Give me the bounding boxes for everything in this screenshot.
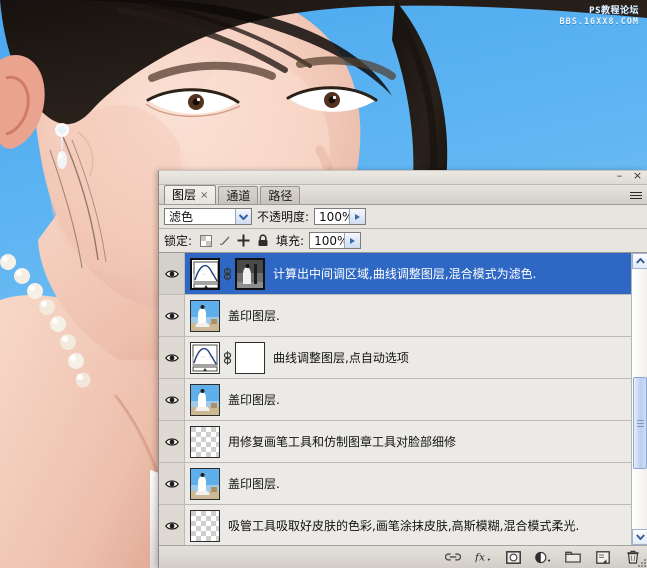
layer-name[interactable]: 盖印图层. [220,391,280,408]
new-group-folder-icon[interactable] [565,549,581,565]
new-layer-icon[interactable] [595,549,611,565]
tab-channels[interactable]: 通道 [218,186,259,204]
svg-text:fx: fx [475,551,485,564]
window-buttons: – × [614,170,643,182]
lock-all-icon[interactable] [256,234,269,247]
layer-thumbnail-photo[interactable] [190,299,220,332]
watermark-line-2: BBS.16XX8.COM [559,17,639,27]
tab-bar-filler [302,203,647,204]
triangle-right-icon[interactable] [349,209,366,224]
layer-thumbnail-photo[interactable] [190,383,220,416]
layer-mask-link-icon[interactable] [223,265,232,283]
layer-thumbnails [185,341,265,374]
panel-menu-icon[interactable] [628,188,644,202]
resize-grip-icon[interactable] [637,558,646,567]
fill-input[interactable]: 100% [309,232,362,249]
lock-fill-row: 锁定: 填充: 100% [159,229,647,253]
opacity-value: 100% [319,209,354,224]
layer-row[interactable]: 曲线调整图层,点自动选项 [159,337,631,379]
lock-image-icon[interactable] [218,234,231,247]
layer-thumbnails [185,467,220,500]
close-icon[interactable]: × [632,170,643,182]
opacity-label: 不透明度: [257,210,310,224]
scrollbar-thumb[interactable] [633,377,647,469]
layer-thumbnails [185,425,220,458]
watermark-line-1: PS教程论坛 [589,6,639,16]
layer-thumbnails [185,383,220,416]
tab-layers[interactable]: 图层 × [164,185,217,204]
layer-style-fx-icon[interactable]: fx [475,549,491,565]
layer-mask-thumbnail[interactable] [235,341,265,374]
blend-opacity-row: 滤色 不透明度: 100% [159,205,647,229]
layer-row[interactable]: 盖印图层. [159,463,631,505]
lock-buttons [199,234,269,247]
layer-thumbnails [185,509,220,542]
chevron-down-icon[interactable] [235,209,251,224]
watermark: PS教程论坛 BBS.16XX8.COM [559,6,639,28]
layer-row[interactable]: 用修复画笔工具和仿制图章工具对脸部细修 [159,421,631,463]
scrollbar-grip-icon [636,419,644,428]
layer-visibility-eye-icon[interactable] [159,421,185,462]
layer-thumbnail-photo[interactable] [190,467,220,500]
fill-value: 100% [314,233,349,248]
layer-visibility-eye-icon[interactable] [159,253,185,294]
layer-mask-link-icon[interactable] [223,349,232,367]
layer-row[interactable]: 计算出中间调区域,曲线调整图层,混合模式为滤色. [159,253,631,295]
layer-row[interactable]: 盖印图层. [159,379,631,421]
triangle-right-icon[interactable] [344,233,361,248]
layer-mask-thumbnail[interactable] [235,257,265,290]
layer-name[interactable]: 盖印图层. [220,307,280,324]
layer-thumbnail-transparent[interactable] [190,425,220,458]
scrollbar-track[interactable] [632,269,647,529]
lock-transparency-icon[interactable] [199,234,212,247]
layer-thumbnail-transparent[interactable] [190,509,220,542]
layer-scroll-area: 计算出中间调区域,曲线调整图层,混合模式为滤色. 盖印图层. 曲线调整图层,点自动选… [159,253,631,545]
layers-panel: – × 图层 × 通道 路径 滤色 不透明度: 100% 锁定: 填充: 100… [158,170,647,568]
opacity-input[interactable]: 100% [314,208,367,225]
layer-name[interactable]: 计算出中间调区域,曲线调整图层,混合模式为滤色. [265,265,536,282]
layer-thumbnail-curves[interactable] [190,341,220,374]
panel-titlebar: – × [159,170,647,185]
tab-channels-label: 通道 [226,188,251,203]
layer-visibility-eye-icon[interactable] [159,379,185,420]
layer-visibility-eye-icon[interactable] [159,505,185,545]
tab-paths[interactable]: 路径 [260,186,301,204]
blend-mode-select[interactable]: 滤色 [164,208,252,225]
layer-visibility-eye-icon[interactable] [159,295,185,336]
tab-layers-label: 图层 [172,187,197,202]
layer-name[interactable]: 盖印图层. [220,475,280,492]
add-layer-mask-icon[interactable] [505,549,521,565]
new-adjustment-layer-icon[interactable] [535,549,551,565]
layer-visibility-eye-icon[interactable] [159,463,185,504]
lock-label: 锁定: [164,234,193,248]
layer-thumbnails [185,299,220,332]
layer-thumbnails [185,257,265,290]
layer-thumbnail-curves[interactable] [190,257,220,290]
layer-list: 计算出中间调区域,曲线调整图层,混合模式为滤色. 盖印图层. 曲线调整图层,点自动选… [159,253,647,545]
scroll-down-button[interactable] [632,529,647,545]
scroll-up-button[interactable] [632,253,647,269]
layers-scrollbar[interactable] [631,253,647,545]
layers-panel-footer: fx [159,545,647,568]
layer-name[interactable]: 吸管工具吸取好皮肤的色彩,画笔涂抹皮肤,高斯模糊,混合模式柔光. [220,517,579,534]
link-layers-icon[interactable] [445,549,461,565]
layer-visibility-eye-icon[interactable] [159,337,185,378]
minimize-icon[interactable]: – [614,170,625,182]
panel-tab-bar: 图层 × 通道 路径 [159,185,647,205]
layer-row[interactable]: 吸管工具吸取好皮肤的色彩,画笔涂抹皮肤,高斯模糊,混合模式柔光. [159,505,631,545]
lock-position-icon[interactable] [237,234,250,247]
tab-close-icon[interactable]: × [200,187,208,204]
layer-name[interactable]: 曲线调整图层,点自动选项 [265,349,409,366]
layer-name[interactable]: 用修复画笔工具和仿制图章工具对脸部细修 [220,433,456,450]
fill-label: 填充: [276,234,305,248]
tab-paths-label: 路径 [268,188,293,203]
layer-row[interactable]: 盖印图层. [159,295,631,337]
blend-mode-value: 滤色 [169,210,194,224]
